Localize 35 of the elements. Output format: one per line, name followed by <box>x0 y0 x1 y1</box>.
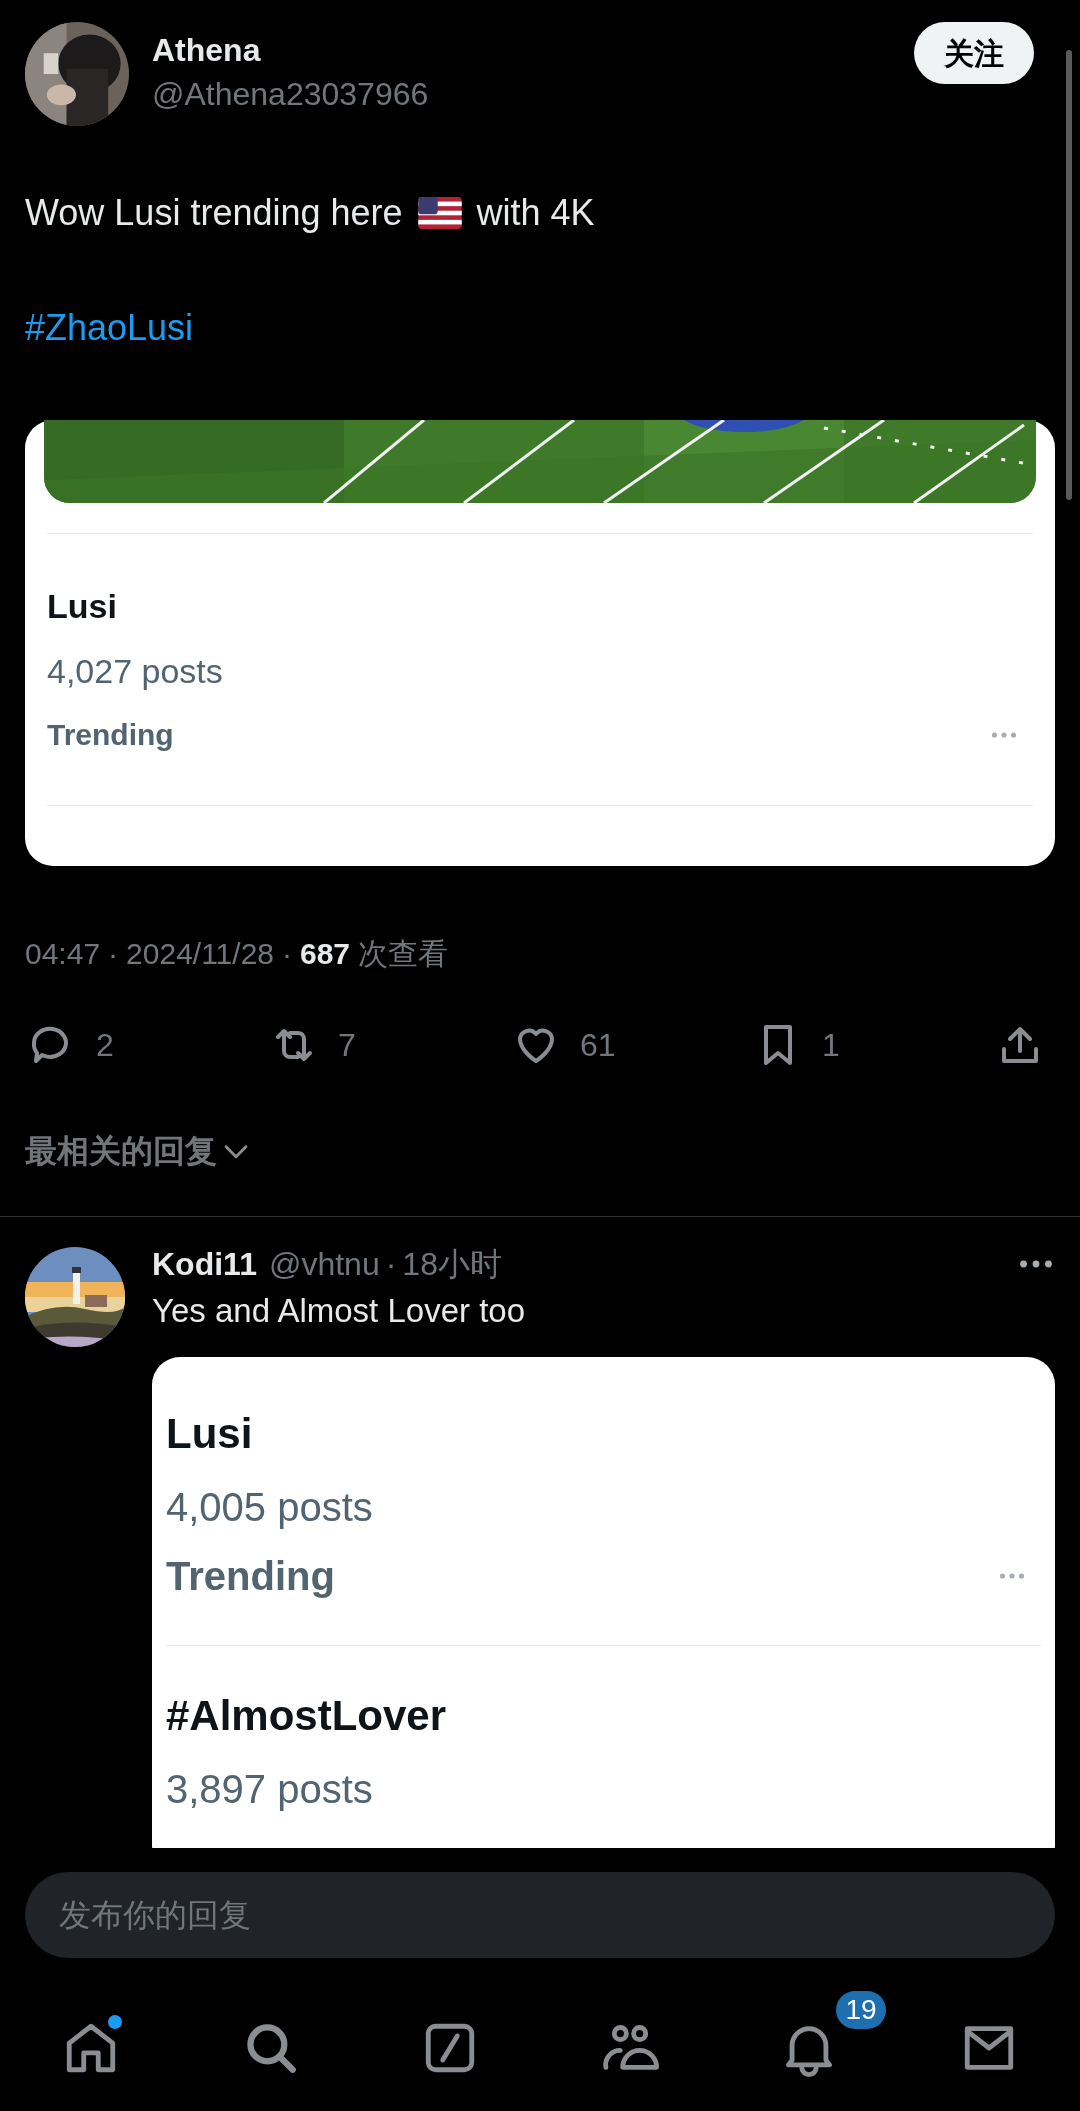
post-count: 4,005 posts <box>166 1484 374 1531</box>
trend-title[interactable]: Lusi <box>47 584 1033 628</box>
trend-label: Trending <box>166 1553 335 1600</box>
reply-author-name: Kodi11 <box>152 1245 257 1284</box>
notification-badge: 19 <box>836 1991 886 2029</box>
trend-title[interactable]: #AlmostLover <box>166 1690 1041 1742</box>
reply-input[interactable]: 发布你的回复 <box>25 1872 1055 1958</box>
action-count: 7 <box>338 1026 356 1065</box>
post-text: with 4K <box>476 191 595 235</box>
reply-text: Yes and Almost Lover too <box>152 1291 527 1331</box>
reply-time: 18小时 <box>402 1245 503 1284</box>
separator-dot: · <box>108 936 119 972</box>
trend-label: Trending <box>47 717 174 753</box>
more-icon[interactable] <box>1019 1259 1053 1269</box>
post-time: 04:47 <box>25 936 101 972</box>
post-date: 2024/11/28 <box>126 936 274 972</box>
reply-author-handle: @vhtnu <box>268 1245 380 1284</box>
action-count: 1 <box>822 1026 840 1065</box>
sort-dropdown[interactable]: 最相关的回复 <box>25 1130 253 1172</box>
flag-icon <box>416 197 463 229</box>
scrollbar[interactable] <box>1066 50 1072 500</box>
follow-button[interactable]: 关注 <box>914 22 1034 84</box>
action-count: 2 <box>96 1026 114 1065</box>
view-count: 687 <box>300 936 351 972</box>
hashtag-link[interactable]: #ZhaoLusi <box>25 304 194 352</box>
post-text: Wow Lusi trending here <box>25 191 403 235</box>
trend-title[interactable]: Lusi <box>166 1408 1041 1460</box>
view-label: 次查看 <box>358 936 449 972</box>
author-handle: @Athena23037966 <box>152 75 430 114</box>
action-count: 61 <box>580 1026 616 1065</box>
separator-dot: · <box>282 936 292 972</box>
post-count: 4,027 posts <box>47 651 224 692</box>
post-count: 3,897 posts <box>166 1766 374 1813</box>
author-name: Athena <box>152 31 262 70</box>
separator-dot: · <box>385 1245 397 1284</box>
